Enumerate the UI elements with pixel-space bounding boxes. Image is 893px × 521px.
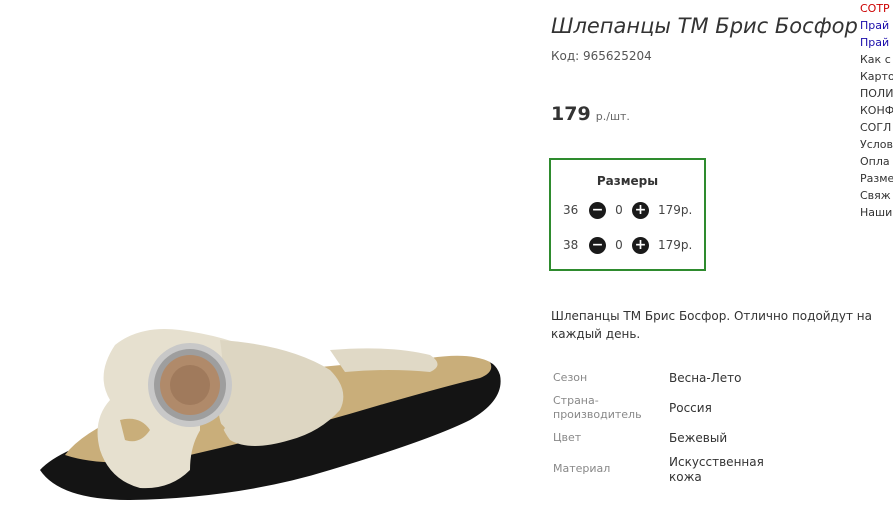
size-price: 179р. [658, 238, 693, 252]
sizes-panel: Размеры 36 − 0 + 179р. 38 − 0 + 179р. [549, 158, 706, 271]
sizes-title: Размеры [596, 174, 659, 188]
attribute-value: Бежевый [669, 431, 728, 445]
attribute-value: Искусственная кожа [669, 455, 764, 484]
side-menu-item[interactable]: Карто [860, 68, 893, 85]
quantity-value[interactable]: 0 [606, 203, 632, 217]
product-image[interactable] [0, 0, 540, 521]
side-menu-item[interactable]: КОНФ [860, 102, 893, 119]
side-menu-item[interactable]: Услов [860, 136, 893, 153]
price-value: 179 [551, 103, 591, 125]
attribute-value: Весна-Лето [669, 371, 742, 385]
side-menu-item[interactable]: Прай [860, 17, 893, 34]
side-menu-item[interactable]: Как с [860, 51, 893, 68]
minus-circle-icon[interactable]: − [589, 201, 606, 219]
attribute-key: Сезон [553, 371, 588, 384]
side-menu-item[interactable]: Опла [860, 153, 893, 170]
side-menu: СОТР Прай Прай Как с Карто ПОЛИ КОНФ СОГ… [860, 0, 893, 221]
product-page: Шлепанцы ТМ Брис Босфор Код: 965625204 1… [0, 0, 893, 521]
attribute-key: Страна-производитель [553, 394, 642, 421]
plus-circle-icon[interactable]: + [632, 236, 649, 254]
size-price: 179р. [658, 203, 693, 217]
side-menu-item[interactable]: СОГЛ [860, 119, 893, 136]
side-menu-item[interactable]: СОТР [860, 0, 893, 17]
quantity-value[interactable]: 0 [606, 238, 632, 252]
size-row: 36 − 0 + 179р. [563, 201, 692, 219]
size-label: 36 [563, 203, 579, 217]
minus-circle-icon[interactable]: − [589, 236, 606, 254]
attribute-key: Материал [553, 462, 611, 475]
product-code: Код: 965625204 [551, 49, 652, 63]
size-row: 38 − 0 + 179р. [563, 236, 692, 254]
price-unit: р./шт. [595, 110, 630, 123]
product-price: 179 р./шт. [551, 103, 630, 125]
product-description: Шлепанцы ТМ Брис Босфор. Отлично подойду… [551, 309, 872, 341]
attribute-value: Россия [669, 401, 712, 415]
side-menu-item[interactable]: Прай [860, 34, 893, 51]
side-menu-item[interactable]: Свяж [860, 187, 893, 204]
attribute-key: Цвет [553, 431, 582, 444]
size-label: 38 [563, 238, 579, 252]
plus-circle-icon[interactable]: + [632, 201, 649, 219]
side-menu-item[interactable]: ПОЛИ [860, 85, 893, 102]
side-menu-item[interactable]: Наши [860, 204, 893, 221]
side-menu-item[interactable]: Разме [860, 170, 893, 187]
product-title: Шлепанцы ТМ Брис Босфор [551, 14, 858, 38]
